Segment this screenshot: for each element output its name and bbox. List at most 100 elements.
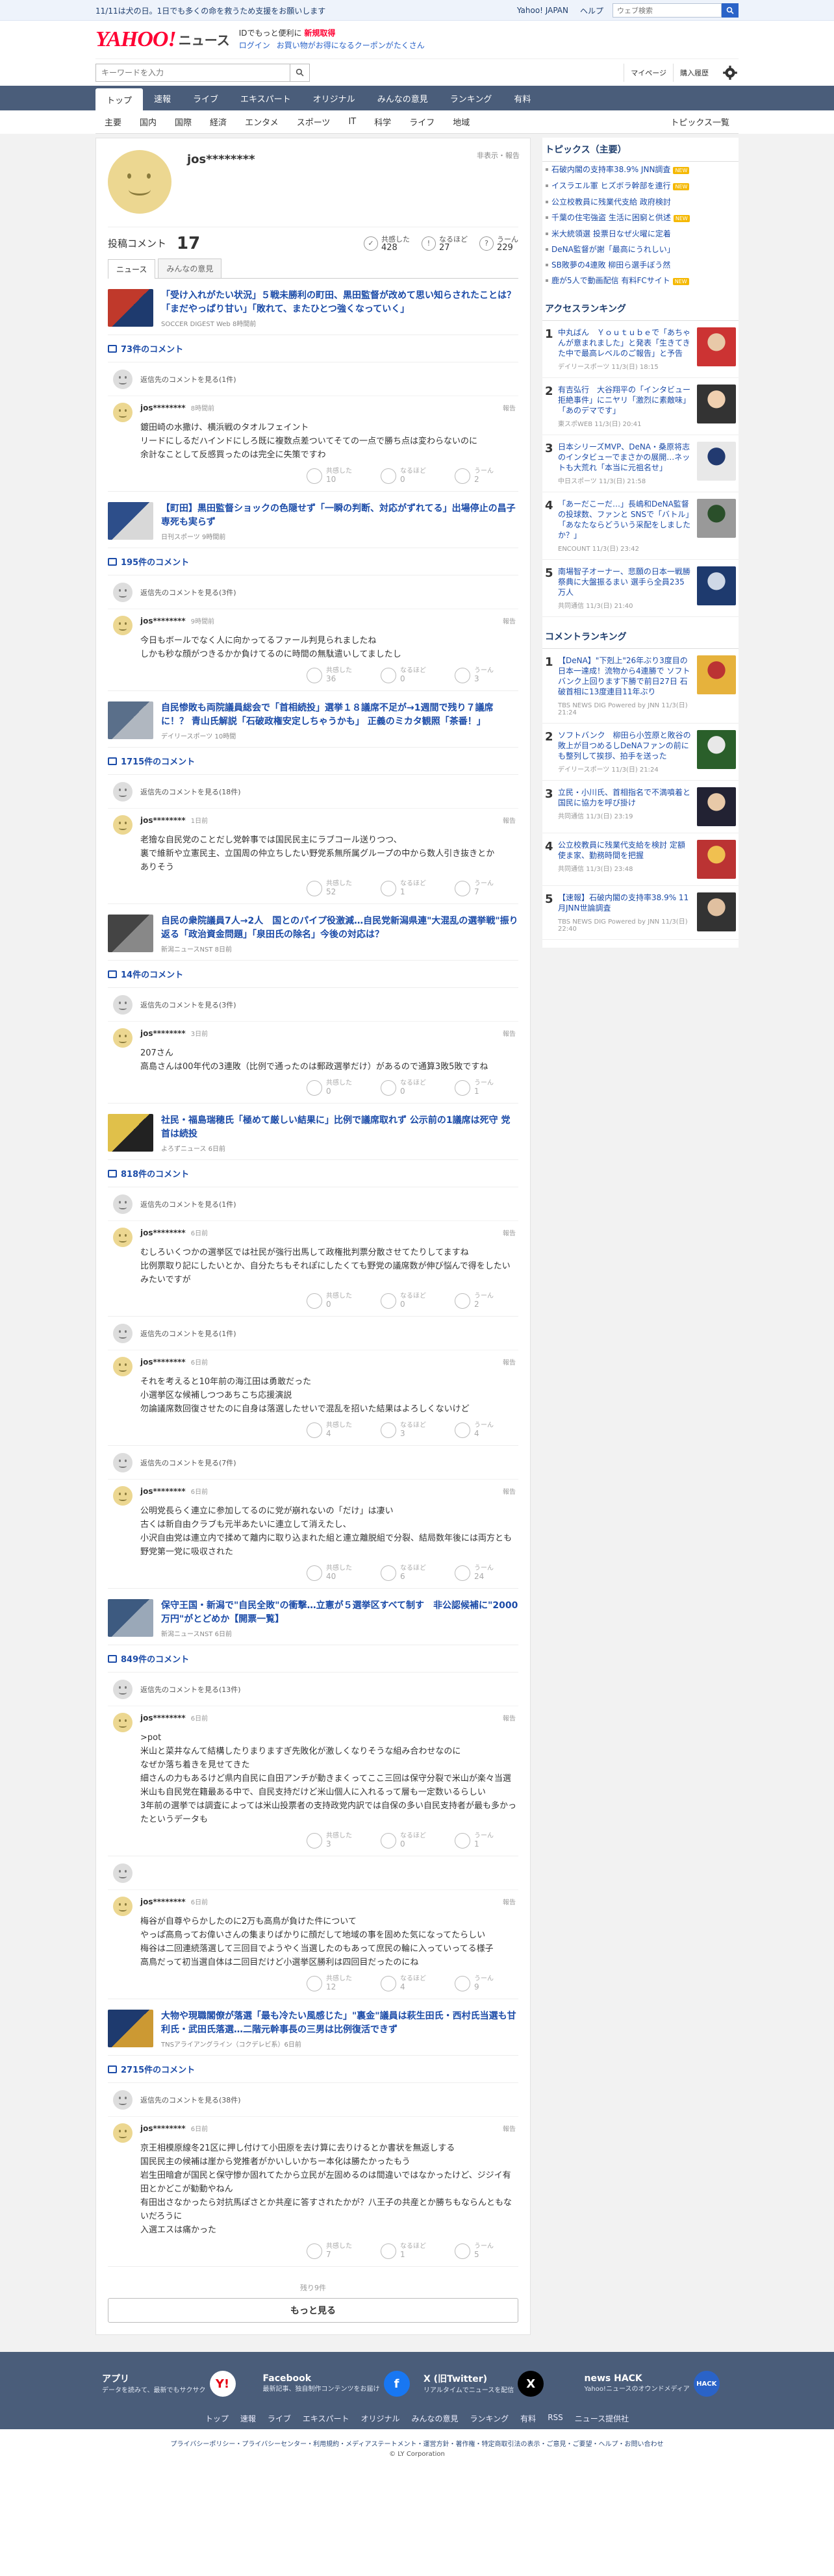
reaction-2[interactable]: うーん 2 <box>455 467 516 485</box>
footer-link[interactable]: オリジナル <box>361 2413 400 2424</box>
ranking-item[interactable]: 5 【速報】石破内閣の支持率38.9% 11月JNN世論調査 TBS NEWS DI… <box>542 886 739 940</box>
footer-link[interactable]: ライブ <box>268 2413 291 2424</box>
reaction-2[interactable]: うーん 9 <box>455 1975 516 1992</box>
more-button[interactable]: もっと見る <box>108 2298 518 2323</box>
footer-link[interactable]: 速報 <box>240 2413 256 2424</box>
topic-item[interactable]: イスラエル軍 ヒズボラ幹部を連行 NEW <box>542 178 739 194</box>
reaction-0[interactable]: 共感した 0 <box>307 1079 368 1096</box>
article-title[interactable]: 「受け入れがたい状況」５戦未勝利の町田、黒田監督が改めて思い知らされたことは？「… <box>161 289 518 316</box>
footer-link[interactable]: ランキング <box>470 2413 509 2424</box>
topic-item[interactable]: DeNA監督が謝「最高にうれしい」 <box>542 242 739 257</box>
rank-title[interactable]: 立民・小川氏、首相指名で不満噴着と国民に協力を呼び掛け <box>558 787 692 808</box>
report-link[interactable]: 報告 <box>503 1228 516 1237</box>
reaction-2[interactable]: うーん 5 <box>455 2242 516 2260</box>
reaction-2[interactable]: うーん 1 <box>455 1832 516 1849</box>
comment-count-link[interactable]: 14件のコメント <box>108 961 518 988</box>
report-link[interactable]: 報告 <box>503 616 516 625</box>
category-item-6[interactable]: IT <box>339 117 365 127</box>
reaction-0[interactable]: 共感した 52 <box>307 879 368 897</box>
history-link[interactable]: 購入履歴 <box>673 63 715 82</box>
rank-title[interactable]: 中丸ばん Ｙｏｕｔｕｂｅで「あちゃんが意まれました」と発表「生きてきた中で最高レ… <box>558 327 692 359</box>
category-item-5[interactable]: スポーツ <box>288 116 340 128</box>
ranking-item[interactable]: 2 有吉弘行 大谷翔平の「インタビュー拒絶事件」にニヤリ「激烈に素敵味」「あのデマ… <box>542 378 739 435</box>
help-link[interactable]: ヘルプ <box>580 5 603 16</box>
rank-thumbnail[interactable] <box>697 655 736 694</box>
footer-link[interactable]: 有料 <box>520 2413 536 2424</box>
category-item-9[interactable]: 地域 <box>444 116 479 128</box>
article-title[interactable]: 保守王国・新潟で"自民全敗"の衝撃…立憲が５選挙区すべて制す 非公認候補に"20… <box>161 1599 518 1626</box>
news-search-button[interactable] <box>290 63 310 82</box>
rank-thumbnail[interactable] <box>697 327 736 366</box>
reaction-0[interactable]: 共感した 0 <box>307 1292 368 1309</box>
yahoo-news-logo[interactable]: YAHOO! ニュース <box>95 27 230 52</box>
comment-count-link[interactable]: 2715件のコメント <box>108 2056 518 2083</box>
rank-title[interactable]: 南場智子オーナー、悲願の日本一戦勝祭典に大盤振るまい 選手ら全員235万人 <box>558 566 692 598</box>
report-link[interactable]: 報告 <box>503 2123 516 2133</box>
footer-app-2[interactable]: X (旧Twitter) リアルタイムでニュースを配信 X <box>417 2365 578 2403</box>
reply-toggle[interactable]: 返信先のコメントを見る(1件) <box>108 1317 518 1350</box>
nav-item-7[interactable]: 有料 <box>503 86 542 110</box>
article-title[interactable]: 大物や現職閣僚が落選「最も冷たい風感じた」"裏金"議員は萩生田氏・西村氏当選も甘… <box>161 2010 518 2037</box>
rank-title[interactable]: 日本シリーズMVP、DeNA・桑原将志のインタビューでまさかの展開…ネットも大荒… <box>558 442 692 473</box>
topic-item[interactable]: 石破内閣の支持率38.9% JNN調査 NEW <box>542 162 739 178</box>
article-thumbnail[interactable] <box>108 701 153 739</box>
report-link[interactable]: 報告 <box>503 403 516 412</box>
nav-item-6[interactable]: ランキング <box>439 86 503 110</box>
nav-item-2[interactable]: ライブ <box>182 86 229 110</box>
ranking-item[interactable]: 3 日本シリーズMVP、DeNA・桑原将志のインタビューでまさかの展開…ネットも大… <box>542 435 739 492</box>
topic-item[interactable]: 鹿が5人で動画配信 有料FCサイト NEW <box>542 273 739 289</box>
category-item-1[interactable]: 国内 <box>131 116 166 128</box>
nav-item-5[interactable]: みんなの意見 <box>366 86 439 110</box>
reaction-1[interactable]: なるほど 6 <box>381 1564 442 1582</box>
reaction-2[interactable]: うーん 4 <box>455 1421 516 1439</box>
reply-toggle[interactable]: 返信先のコメントを見る(3件) <box>108 988 518 1022</box>
category-item-7[interactable]: 科学 <box>365 116 400 128</box>
comment-count-link[interactable]: 195件のコメント <box>108 548 518 575</box>
reaction-0[interactable]: 共感した 36 <box>307 666 368 684</box>
rank-title[interactable]: 「あーだこーだ…」長嶋和DeNA監督の投球数、ファンと SNSで「バトル」「あな… <box>558 499 692 540</box>
rank-thumbnail[interactable] <box>697 385 736 423</box>
comment-count-link[interactable]: 818件のコメント <box>108 1160 518 1187</box>
rank-title[interactable]: 公立校教員に残業代支給を検討 定額使ま家、勤務時間を把握 <box>558 840 692 861</box>
reaction-0[interactable]: 共感した 7 <box>307 2242 368 2260</box>
category-item-8[interactable]: ライフ <box>400 116 444 128</box>
ranking-item[interactable]: 1 中丸ばん Ｙｏｕｔｕｂｅで「あちゃんが意まれました」と発表「生きてきた中で最高… <box>542 321 739 378</box>
category-item-3[interactable]: 経済 <box>201 116 236 128</box>
rank-thumbnail[interactable] <box>697 892 736 931</box>
reaction-0[interactable]: 共感した 12 <box>307 1975 368 1992</box>
topic-item[interactable]: 米大統領選 投票日なぜ火曜に定着 <box>542 226 739 242</box>
topic-item[interactable]: SB敗夢の4連敗 柳田ら選手ぼう然 <box>542 257 739 273</box>
reaction-0[interactable]: 共感した 4 <box>307 1421 368 1439</box>
nav-item-0[interactable]: トップ <box>95 88 144 110</box>
ranking-item[interactable]: 2 ソフトバンク 柳田ら小笠原と敗谷の敗上が目つめるしDeNAファンの前にも整列し… <box>542 724 739 781</box>
mypage-link[interactable]: マイページ <box>624 63 673 82</box>
signup-link[interactable]: 新規取得 <box>304 29 335 38</box>
reaction-2[interactable]: うーん 1 <box>455 1079 516 1096</box>
rank-title[interactable]: 有吉弘行 大谷翔平の「インタビュー拒絶事件」にニヤリ「激烈に素敵味」「あのデマで… <box>558 385 692 416</box>
gear-icon[interactable] <box>722 64 739 81</box>
category-item-4[interactable]: エンタメ <box>236 116 288 128</box>
rank-title[interactable]: 【速報】石破内閣の支持率38.9% 11月JNN世論調査 <box>558 892 692 913</box>
article-title[interactable]: 社民・福島瑞穂氏「極めて厳しい結果に」比例で議席取れず 公示前の1議席は死守 党… <box>161 1114 518 1141</box>
rank-thumbnail[interactable] <box>697 566 736 605</box>
reply-toggle[interactable] <box>108 1856 518 1890</box>
yahoo-japan-link[interactable]: Yahoo! JAPAN <box>517 6 568 15</box>
rank-thumbnail[interactable] <box>697 787 736 826</box>
reply-toggle[interactable]: 返信先のコメントを見る(18件) <box>108 775 518 809</box>
article-thumbnail[interactable] <box>108 1599 153 1637</box>
reply-toggle[interactable]: 返信先のコメントを見る(1件) <box>108 362 518 396</box>
rank-title[interactable]: 【DeNA】"下剋上"26年ぶり3度目の日本一達成！流物から4連勝で ソフトバン… <box>558 655 692 697</box>
login-link[interactable]: ログイン <box>239 41 270 50</box>
topic-item[interactable]: 千葉の住宅強盗 生活に困窮と供述 NEW <box>542 210 739 226</box>
report-link[interactable]: 報告 <box>503 1897 516 1906</box>
rank-thumbnail[interactable] <box>697 499 736 538</box>
topic-item[interactable]: 公立校教員に残業代支給 政府検討 <box>542 194 739 210</box>
article-title[interactable]: 自民惨敗も両院議員総会で「首相続投」選挙１８議席不足が→1週間で残り７議席に！？… <box>161 701 518 729</box>
ranking-item[interactable]: 4 「あーだこーだ…」長嶋和DeNA監督の投球数、ファンと SNSで「バトル」「あ… <box>542 492 739 560</box>
article-thumbnail[interactable] <box>108 289 153 327</box>
footer-app-0[interactable]: アプリ データを読みて、最新でもサクサク Y! <box>95 2365 257 2403</box>
article-title[interactable]: 自民の衆院議員7人→2人 国とのパイプ役激減…自民党新潟県連"大混乱の選挙戦"振… <box>161 915 518 942</box>
ranking-item[interactable]: 5 南場智子オーナー、悲願の日本一戦勝祭典に大盤振るまい 選手ら全員235万人 共同… <box>542 560 739 617</box>
reaction-1[interactable]: なるほど 0 <box>381 666 442 684</box>
reaction-1[interactable]: なるほど 3 <box>381 1421 442 1439</box>
